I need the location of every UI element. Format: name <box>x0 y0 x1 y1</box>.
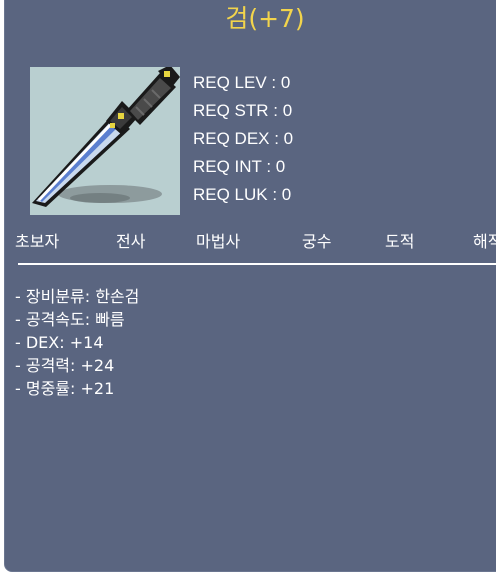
req-dex: REQ DEX : 0 <box>193 129 294 148</box>
stat-attack: - 공격력: +24 <box>15 356 115 375</box>
stat-equip-type: - 장비분류: 한손검 <box>15 287 140 306</box>
dagger-icon <box>32 67 180 207</box>
stat-attack-speed: - 공격속도: 빠름 <box>15 310 125 329</box>
stat-dex: - DEX: +14 <box>15 333 104 352</box>
item-tooltip: 검(+7) REQ LEV: 0 REQ STR: 0 REQ DEX: … <box>4 0 496 572</box>
job-list: 초보자 전사 마법사 궁수 도적 해적 <box>15 229 496 255</box>
job-bowman: 궁수 <box>302 232 332 251</box>
job-warrior: 전사 <box>116 232 146 251</box>
stat-accuracy: - 명중률: +21 <box>15 379 115 398</box>
divider <box>18 263 496 265</box>
req-luk: REQ LUK : 0 <box>193 185 292 204</box>
job-pirate: 해적 <box>473 232 496 251</box>
stats-list: - 장비분류: 한손검 - 공격속도: 빠름 - DEX: +14 - 공격력:… <box>15 285 139 400</box>
item-icon-frame <box>30 67 180 215</box>
job-beginner: 초보자 <box>15 232 60 251</box>
req-str: REQ STR : 0 <box>193 101 293 120</box>
req-int: REQ INT : 0 <box>193 157 286 176</box>
item-name: 검(+7) <box>225 4 305 33</box>
req-level: REQ LEV : 0 <box>193 73 291 92</box>
job-magician: 마법사 <box>196 232 241 251</box>
job-thief: 도적 <box>385 232 415 251</box>
requirements-list: REQ LEV : 0 REQ STR : 0 REQ DEX : 0 REQ … <box>193 69 293 209</box>
